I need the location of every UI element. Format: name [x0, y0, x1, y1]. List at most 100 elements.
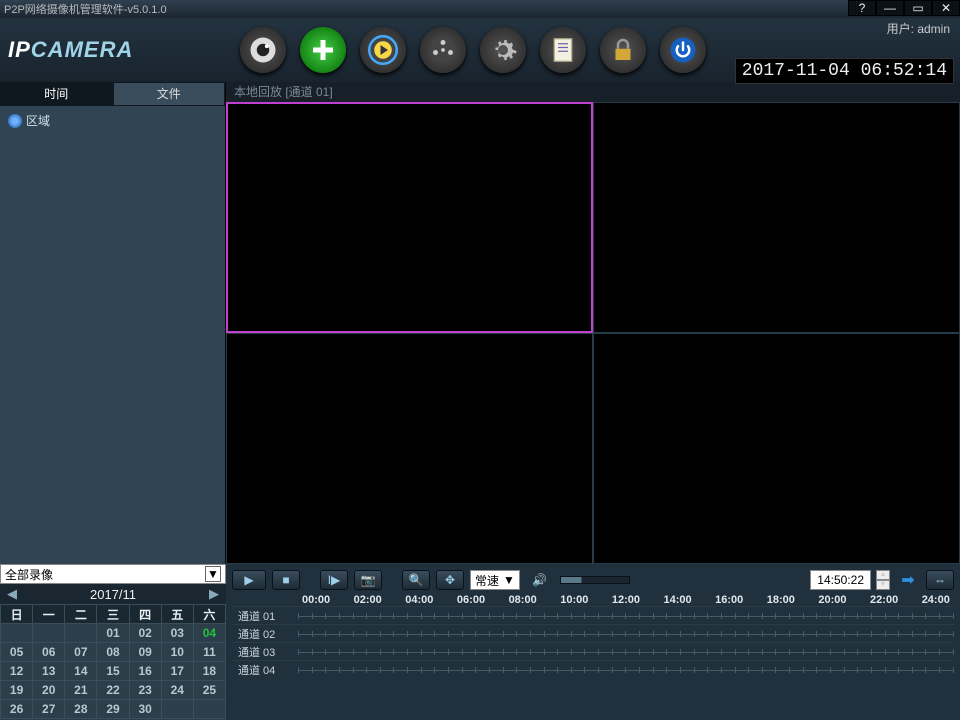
cal-day[interactable]: 22: [97, 681, 129, 700]
time-tick: 04:00: [405, 594, 433, 606]
maximize-button[interactable]: ▭: [904, 0, 932, 16]
cal-prev-button[interactable]: ◀: [4, 586, 20, 602]
channel-row[interactable]: 通道 01: [232, 606, 954, 624]
cal-day[interactable]: 09: [129, 643, 161, 662]
calendar-header: ◀ 2017/11 ▶: [0, 584, 226, 604]
record-type-dropdown[interactable]: 全部录像 ▼: [0, 564, 226, 584]
tab-time[interactable]: 时间: [0, 82, 113, 106]
cal-day[interactable]: 15: [97, 662, 129, 681]
globe-icon: [8, 114, 22, 128]
cal-day[interactable]: 28: [65, 700, 97, 719]
channel-track[interactable]: [298, 646, 954, 658]
tree-root[interactable]: 区域: [8, 112, 217, 129]
time-tick: 06:00: [457, 594, 485, 606]
channel-track[interactable]: [298, 628, 954, 640]
cal-day[interactable]: 13: [33, 662, 65, 681]
cal-day[interactable]: 11: [193, 643, 225, 662]
channel-label: 通道 03: [232, 644, 298, 660]
channel-row[interactable]: 通道 04: [232, 660, 954, 678]
play-media-icon[interactable]: [360, 27, 406, 73]
camera-icon[interactable]: [240, 27, 286, 73]
time-tick: 02:00: [354, 594, 382, 606]
camera-small-icon: 📷: [361, 573, 376, 587]
cal-day: [193, 700, 225, 719]
cal-day[interactable]: 05: [1, 643, 33, 662]
cal-dow: 六: [193, 605, 225, 624]
main-toolbar: IPCAMERA 用户: admin 2017-11-04 06:52:14: [0, 18, 960, 82]
snapshot-button[interactable]: 📷: [354, 570, 382, 590]
move-button[interactable]: ✥: [436, 570, 464, 590]
time-input[interactable]: 14:50:22: [810, 570, 871, 590]
go-button[interactable]: ➡: [896, 570, 920, 590]
time-tick: 22:00: [870, 594, 898, 606]
cal-day[interactable]: 01: [97, 624, 129, 643]
zoom-button[interactable]: 🔍: [402, 570, 430, 590]
sidebar: 时间 文件 区域: [0, 82, 226, 564]
move-icon: ✥: [445, 573, 455, 587]
cal-day[interactable]: 16: [129, 662, 161, 681]
lock-icon[interactable]: [600, 27, 646, 73]
channel-track[interactable]: [298, 664, 954, 676]
cal-day[interactable]: 30: [129, 700, 161, 719]
cal-day[interactable]: 07: [65, 643, 97, 662]
cal-day[interactable]: 26: [1, 700, 33, 719]
cal-day[interactable]: 27: [33, 700, 65, 719]
time-tick: 16:00: [715, 594, 743, 606]
timeline-panel: ▶ ■ I▶ 📷 🔍 ✥ 常速▼ 🔊 14:50:22 ▲▼ ➡ ⇔ 00:00…: [226, 564, 960, 720]
expand-button[interactable]: ⇔: [926, 570, 954, 590]
cal-day[interactable]: 08: [97, 643, 129, 662]
minimize-button[interactable]: —: [876, 0, 904, 16]
cal-day[interactable]: 25: [193, 681, 225, 700]
record-reel-icon[interactable]: [420, 27, 466, 73]
log-icon[interactable]: [540, 27, 586, 73]
view-title: 本地回放 [通道 01]: [226, 82, 960, 102]
dropdown-label: 全部录像: [5, 566, 53, 583]
cal-day[interactable]: 23: [129, 681, 161, 700]
device-tree[interactable]: 区域: [0, 106, 225, 564]
time-tick: 14:00: [663, 594, 691, 606]
stop-button[interactable]: ■: [272, 570, 300, 590]
video-cell-3[interactable]: [226, 333, 593, 564]
cal-day[interactable]: 12: [1, 662, 33, 681]
calendar-title: 2017/11: [90, 587, 136, 602]
cal-day[interactable]: 19: [1, 681, 33, 700]
magnify-icon: 🔍: [409, 573, 424, 587]
video-cell-1[interactable]: [226, 102, 593, 333]
cal-day[interactable]: 04: [193, 624, 225, 643]
cal-day[interactable]: 17: [161, 662, 193, 681]
volume-icon[interactable]: 🔊: [526, 570, 554, 590]
add-icon[interactable]: [300, 27, 346, 73]
speed-select[interactable]: 常速▼: [470, 570, 520, 590]
cal-day[interactable]: 06: [33, 643, 65, 662]
dropdown-arrow-icon: ▼: [205, 566, 221, 582]
cal-next-button[interactable]: ▶: [206, 586, 222, 602]
cal-day[interactable]: 20: [33, 681, 65, 700]
step-button[interactable]: I▶: [320, 570, 348, 590]
cal-day[interactable]: 14: [65, 662, 97, 681]
channel-label: 通道 04: [232, 662, 298, 678]
settings-icon[interactable]: [480, 27, 526, 73]
video-cell-4[interactable]: [593, 333, 960, 564]
video-cell-2[interactable]: [593, 102, 960, 333]
volume-slider[interactable]: [560, 576, 630, 584]
cal-day[interactable]: 24: [161, 681, 193, 700]
play-button[interactable]: ▶: [232, 570, 266, 590]
cal-day[interactable]: 10: [161, 643, 193, 662]
cal-day[interactable]: 29: [97, 700, 129, 719]
close-button[interactable]: ✕: [932, 0, 960, 16]
app-title: P2P网络摄像机管理软件-v5.0.1.0: [4, 1, 167, 17]
cal-day[interactable]: 18: [193, 662, 225, 681]
channel-row[interactable]: 通道 03: [232, 642, 954, 660]
channel-track[interactable]: [298, 610, 954, 622]
power-icon[interactable]: [660, 27, 706, 73]
cal-day[interactable]: 03: [161, 624, 193, 643]
cal-day: [1, 624, 33, 643]
channel-row[interactable]: 通道 02: [232, 624, 954, 642]
cal-day[interactable]: 02: [129, 624, 161, 643]
tab-file[interactable]: 文件: [113, 82, 226, 106]
cal-dow: 一: [33, 605, 65, 624]
time-spinner[interactable]: ▲▼: [876, 570, 890, 590]
help-button[interactable]: ?: [848, 0, 876, 16]
cal-day[interactable]: 21: [65, 681, 97, 700]
cal-dow: 三: [97, 605, 129, 624]
